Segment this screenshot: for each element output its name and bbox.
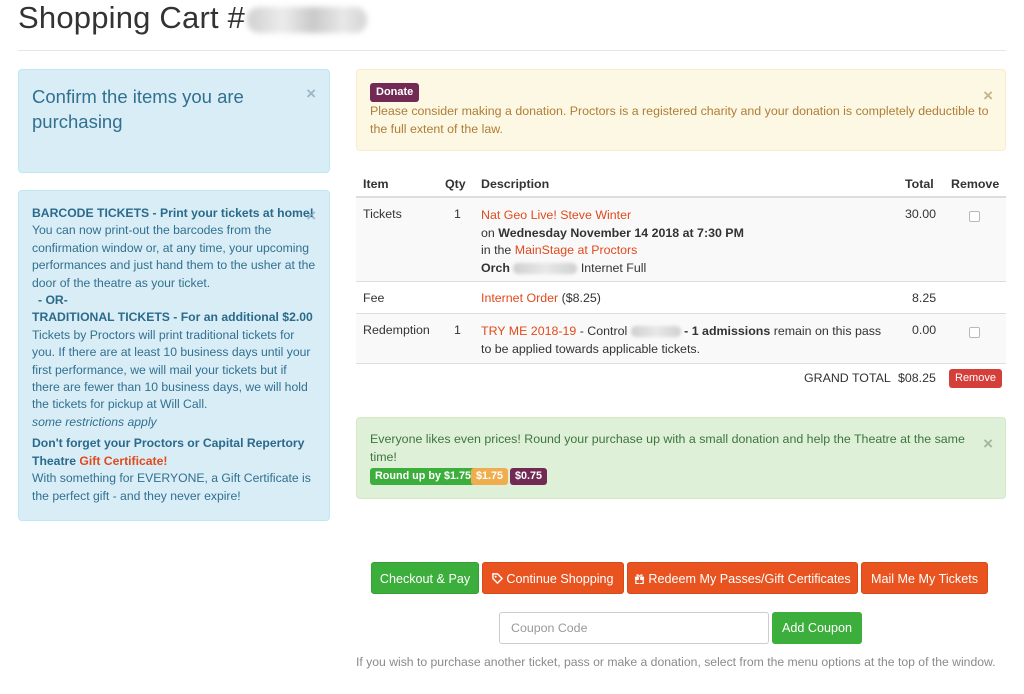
header-divider	[18, 50, 1006, 51]
mail-tickets-button[interactable]: Mail Me My Tickets	[861, 562, 988, 594]
cart-title-text: Shopping Cart #	[18, 0, 246, 35]
restrictions-note: some restrictions apply	[32, 414, 157, 429]
ticket-info-body: BARCODE TICKETS - Print your tickets at …	[32, 205, 316, 505]
seat-type: Internet Full	[580, 260, 647, 275]
continue-shopping-label: Continue Shopping	[506, 572, 614, 586]
fee-amount: ($8.25)	[561, 291, 601, 305]
confirm-items-panel: Confirm the items you are purchasing ×	[18, 69, 330, 173]
venue-prefix: in the	[481, 243, 512, 257]
close-icon[interactable]: ×	[983, 87, 993, 104]
continue-shopping-button[interactable]: Continue Shopping	[482, 562, 624, 594]
admissions-count: - 1 admissions	[684, 324, 771, 338]
row-total: 30.00	[905, 207, 937, 221]
round-up-button[interactable]: Round up by $1.75	[370, 468, 476, 485]
table-header: Item Qty Description Total Remove	[356, 170, 1006, 198]
row-total: 8.25	[912, 291, 937, 305]
row-item: Redemption	[363, 323, 430, 337]
row-qty: 1	[454, 207, 461, 221]
col-description: Description	[481, 177, 550, 191]
barcode-body: You can now print-out the barcodes from …	[32, 223, 316, 290]
col-total: Total	[905, 177, 934, 191]
donate-175-button[interactable]: $1.75	[471, 468, 509, 485]
remove-button[interactable]: Remove	[949, 369, 1002, 388]
remove-checkbox[interactable]	[969, 327, 980, 338]
traditional-heading: TRADITIONAL TICKETS - For an additional …	[32, 310, 313, 325]
table-row: Tickets 1 Nat Geo Live! Steve Winter on …	[356, 198, 1006, 282]
confirm-items-text: Confirm the items you are purchasing	[32, 86, 244, 132]
venue-link[interactable]: MainStage at Proctors	[515, 243, 638, 257]
row-item: Tickets	[363, 207, 402, 221]
row-total: 0.00	[912, 323, 937, 337]
col-remove: Remove	[951, 177, 1000, 191]
checkout-button[interactable]: Checkout & Pay	[371, 562, 479, 594]
date-prefix: on	[481, 225, 495, 240]
event-link[interactable]: Nat Geo Live! Steve Winter	[481, 208, 631, 222]
footer-note: If you wish to purchase another ticket, …	[356, 655, 996, 669]
barcode-heading: BARCODE TICKETS - Print your tickets at …	[32, 206, 314, 220]
row-description: TRY ME 2018-19 - Control - 1 admissions …	[481, 323, 891, 358]
page-title: Shopping Cart #	[18, 0, 368, 36]
donate-alert: Donate Please consider making a donation…	[356, 69, 1006, 151]
internet-order-link[interactable]: Internet Order	[481, 291, 558, 305]
ticket-info-panel: × BARCODE TICKETS - Print your tickets a…	[18, 190, 330, 521]
donate-text: Please consider making a donation. Proct…	[370, 104, 989, 136]
control-label: - Control	[579, 324, 628, 338]
round-up-alert: Everyone likes even prices! Round your p…	[356, 417, 1006, 499]
seat-redacted	[513, 262, 578, 274]
donate-badge[interactable]: Donate	[370, 83, 420, 102]
table-row: Fee Internet Order ($8.25) 8.25	[356, 282, 1006, 314]
add-coupon-button[interactable]: Add Coupon	[772, 612, 862, 644]
gift-heading: Don't forget your Proctors or Capital Re…	[32, 436, 305, 468]
remove-checkbox[interactable]	[969, 211, 980, 222]
row-qty: 1	[454, 323, 461, 337]
gift-body: With something for EVERYONE, a Gift Cert…	[32, 471, 311, 503]
close-icon[interactable]: ×	[306, 85, 316, 102]
donate-075-button[interactable]: $0.75	[510, 468, 548, 485]
traditional-body: Tickets by Proctors will print tradition…	[32, 327, 311, 412]
grand-total-label: GRAND TOTAL	[804, 371, 891, 385]
event-date: Wednesday November 14 2018 at 7:30 PM	[498, 225, 744, 240]
table-row: Redemption 1 TRY ME 2018-19 - Control - …	[356, 314, 1006, 364]
seat-section: Orch	[481, 260, 510, 275]
col-item: Item	[363, 177, 389, 191]
redeem-passes-button[interactable]: Redeem My Passes/Gift Certificates	[627, 562, 858, 594]
grand-total-value: $08.25	[898, 371, 936, 385]
row-description: Nat Geo Live! Steve Winter on Wednesday …	[481, 207, 891, 277]
grand-total-row: GRAND TOTAL $08.25 Remove	[356, 364, 1006, 396]
round-up-text: Everyone likes even prices! Round your p…	[370, 432, 965, 464]
row-description: Internet Order ($8.25)	[481, 291, 601, 305]
cart-number-redacted	[247, 6, 368, 33]
control-redacted	[630, 326, 681, 338]
cart-table: Item Qty Description Total Remove Ticket…	[356, 170, 1006, 396]
coupon-code-input[interactable]: Coupon Code	[499, 612, 769, 644]
or-label: - OR-	[38, 293, 68, 308]
redeem-passes-label: Redeem My Passes/Gift Certificates	[648, 572, 851, 586]
row-item: Fee	[363, 291, 385, 305]
tag-icon	[492, 573, 504, 585]
gift-certificate-link[interactable]: Gift Certificate!	[79, 454, 167, 468]
close-icon[interactable]: ×	[983, 435, 993, 452]
col-qty: Qty	[445, 177, 466, 191]
gift-icon	[635, 574, 645, 585]
pass-link[interactable]: TRY ME 2018-19	[481, 324, 576, 338]
